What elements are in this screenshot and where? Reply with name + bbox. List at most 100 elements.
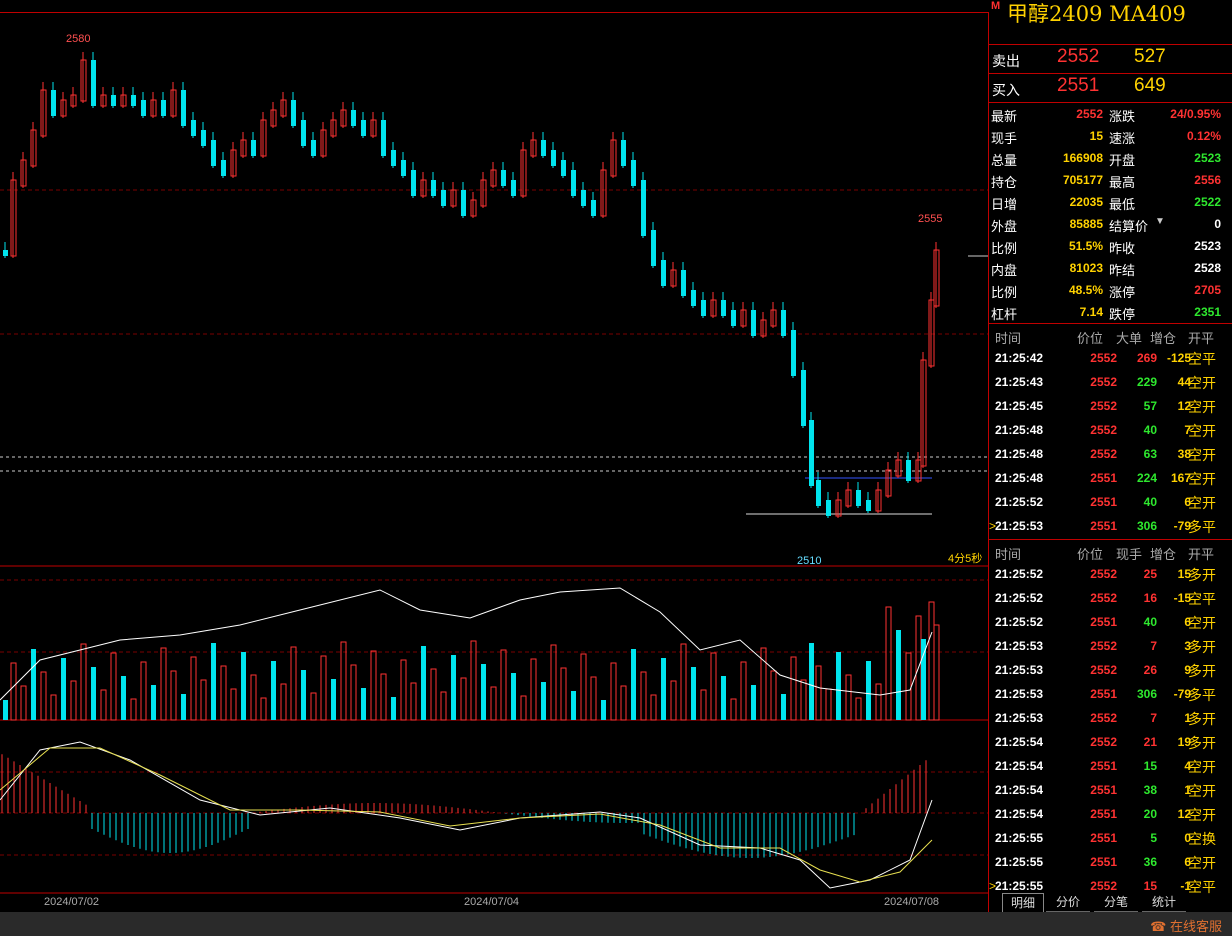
- volume-bar: [100, 689, 107, 721]
- tick-time: 21:25:45: [995, 399, 1044, 413]
- tick-volume: 15: [1143, 879, 1157, 893]
- tick-price: 2551: [1090, 783, 1117, 797]
- volume-bar: [710, 652, 717, 721]
- stat-key: 现手: [991, 131, 1018, 146]
- tick-volume: 224: [1136, 471, 1157, 485]
- candle: [591, 200, 596, 216]
- tick-volume: 26: [1143, 663, 1157, 677]
- candle: [781, 310, 786, 336]
- tab-stats[interactable]: 统计: [1142, 893, 1186, 912]
- tick-row[interactable]: 21:25:52 2552 16 -15 空平: [989, 586, 1232, 610]
- volume-bar: [730, 698, 737, 721]
- tick-list[interactable]: 21:25:52 2552 25 15 多开 21:25:52 2552 16 -15 空平 21:…: [989, 562, 1232, 898]
- tick-row[interactable]: 21:25:54 2551 38 1 空开: [989, 778, 1232, 802]
- tab-detail[interactable]: 明细: [1002, 893, 1044, 912]
- header-cell: 开平: [1188, 547, 1215, 562]
- tick-time: 21:25:52: [995, 591, 1044, 605]
- tick-time: 21:25:54: [995, 735, 1044, 749]
- tick-time: 21:25:52: [995, 567, 1044, 581]
- contract-title-row[interactable]: M 甲醇2409 MA409: [989, 0, 1232, 45]
- tick-oi-change: 19: [1177, 735, 1191, 749]
- tick-header: 时间 价位 现手 增仓 开平: [989, 540, 1232, 562]
- bid-row[interactable]: 买入 2551 649: [989, 74, 1232, 102]
- volume-bar: [530, 658, 537, 721]
- low-label: 2510: [797, 555, 821, 567]
- tick-row[interactable]: 21:25:48 2552 63 38 空开: [989, 442, 1232, 466]
- volume-bar: [721, 676, 726, 720]
- tick-volume: 25: [1143, 567, 1157, 581]
- tick-price: 2552: [1090, 711, 1117, 725]
- volume-bar: [460, 677, 467, 721]
- big-order-list[interactable]: 21:25:42 2552 269 -125 空平 21:25:43 2552 229 44 空开…: [989, 346, 1232, 538]
- candle: [131, 95, 136, 106]
- volume-bar: [280, 683, 287, 721]
- tick-volume: 57: [1143, 399, 1157, 413]
- tab-ticks[interactable]: 分笔: [1094, 893, 1138, 912]
- stat-key: 总量: [991, 153, 1018, 168]
- tick-row[interactable]: 21:25:53 2552 7 3 多开: [989, 634, 1232, 658]
- volume-bar: [241, 652, 246, 720]
- tick-volume: 306: [1136, 519, 1157, 533]
- stat-right-4: 最低 2522: [1109, 191, 1221, 213]
- volume-bar: [190, 656, 197, 721]
- tick-volume: 15: [1143, 759, 1157, 773]
- tick-time: 21:25:42: [995, 351, 1044, 365]
- tick-row[interactable]: 21:25:52 2552 25 15 多开: [989, 562, 1232, 586]
- tick-row[interactable]: 21:25:55 2551 36 6 空开: [989, 850, 1232, 874]
- big-order-header: 时间 价位 大单 增仓 开平: [989, 324, 1232, 346]
- tick-row[interactable]: >21:25:53 2551 306 -79 多平: [989, 514, 1232, 538]
- panel-tabs[interactable]: 明细 分价 分笔 统计: [988, 893, 1232, 912]
- stat-right-3: 最高 2556: [1109, 169, 1221, 191]
- tick-row[interactable]: 21:25:52 2551 40 6 空开: [989, 610, 1232, 634]
- headset-icon: ☎: [1150, 919, 1167, 934]
- tick-price: 2551: [1090, 687, 1117, 701]
- tick-row[interactable]: 21:25:53 2552 7 1 多开: [989, 706, 1232, 730]
- tick-row[interactable]: 21:25:54 2551 20 12 空开: [989, 802, 1232, 826]
- recent-high-label: 2555: [918, 213, 942, 225]
- tick-oi-change: -79: [1173, 687, 1191, 701]
- stat-left-0: 最新 2552: [991, 103, 1103, 125]
- tick-row[interactable]: 21:25:48 2552 40 7 空开: [989, 418, 1232, 442]
- tick-oi-change: 3: [1184, 639, 1191, 653]
- stat-value: 166908: [1062, 151, 1103, 165]
- tick-volume: 7: [1150, 639, 1157, 653]
- candle: [906, 460, 911, 481]
- tick-row[interactable]: 21:25:53 2551 306 -79 多平: [989, 682, 1232, 706]
- tick-row[interactable]: 21:25:55 2551 5 0 空换: [989, 826, 1232, 850]
- volume-bar: [110, 652, 117, 721]
- ask-row[interactable]: 卖出 2552 527: [989, 45, 1232, 73]
- volume-bar: [781, 694, 786, 720]
- kline-chart[interactable]: 2580 2555 2510 4分5秒: [0, 0, 988, 912]
- kline-svg[interactable]: 2580 2555 2510 4分5秒: [0, 0, 988, 912]
- tick-row[interactable]: 21:25:42 2552 269 -125 空平: [989, 346, 1232, 370]
- volume-bar: [361, 688, 366, 720]
- volume-bar: [320, 655, 327, 721]
- dropdown-arrow-icon[interactable]: ▼: [1155, 216, 1165, 227]
- tick-row[interactable]: 21:25:52 2551 40 6 空开: [989, 490, 1232, 514]
- tab-price-dist[interactable]: 分价: [1046, 893, 1090, 912]
- tick-type: 空开: [1188, 759, 1216, 775]
- online-service-link[interactable]: ☎ 在线客服: [1150, 916, 1222, 935]
- tick-time: 21:25:52: [995, 495, 1044, 509]
- tick-row[interactable]: 21:25:54 2552 21 19 多开: [989, 730, 1232, 754]
- tick-row[interactable]: 21:25:48 2551 224 167 空开: [989, 466, 1232, 490]
- tick-row[interactable]: 21:25:54 2551 15 4 空开: [989, 754, 1232, 778]
- volume-bar: [511, 673, 516, 720]
- volume-bar: [790, 656, 797, 721]
- stat-left-2: 总量 166908: [991, 147, 1103, 169]
- stat-left-5: 外盘 85885: [991, 213, 1103, 235]
- tick-volume: 229: [1136, 375, 1157, 389]
- tick-time: 21:25:54: [995, 807, 1044, 821]
- volume-bar: [340, 641, 347, 721]
- volume-bar: [3, 700, 8, 720]
- candle: [311, 140, 316, 156]
- tick-row[interactable]: 21:25:45 2552 57 12 空开: [989, 394, 1232, 418]
- volume-bar: [751, 685, 756, 720]
- date-label-3: 2024/07/08: [884, 896, 940, 908]
- volume-bar: [700, 689, 707, 721]
- tick-row[interactable]: 21:25:43 2552 229 44 空开: [989, 370, 1232, 394]
- stat-value: 705177: [1062, 173, 1103, 187]
- tick-time: 21:25:53: [995, 711, 1044, 725]
- tick-oi-change: -125: [1166, 351, 1191, 365]
- tick-row[interactable]: 21:25:53 2552 26 9 多开: [989, 658, 1232, 682]
